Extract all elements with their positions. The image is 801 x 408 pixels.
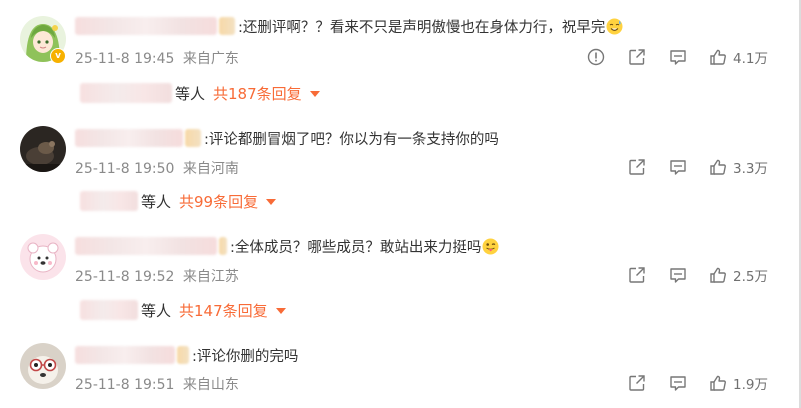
share-icon[interactable] <box>627 265 647 285</box>
comment-location: 来自江苏 <box>182 269 239 285</box>
like-count: 4.1万 <box>733 51 768 67</box>
comment-location: 来自河南 <box>182 161 239 177</box>
comment-content: :评论你删的完吗 <box>75 343 298 367</box>
share-icon[interactable] <box>627 157 647 177</box>
comment-item: :评论都删冒烟了吧？你以为有一条支持你的吗 25-11-8 19:50 来自河南… <box>0 126 798 226</box>
comment-text: :评论你删的完吗 <box>192 348 299 365</box>
reply-count-link[interactable]: 共147条回复 <box>179 300 268 321</box>
comment-time: 25-11-8 19:52 <box>75 269 175 285</box>
comment-meta: 25-11-8 19:51 来自山东 <box>75 374 239 394</box>
blurred-username[interactable] <box>75 237 217 255</box>
reply-count-link[interactable]: 共187条回复 <box>213 83 302 104</box>
reply-summary[interactable]: 等人 共99条回复 <box>80 190 277 212</box>
blurred-username-tail <box>177 346 189 364</box>
reply-count-link[interactable]: 共99条回复 <box>179 191 258 212</box>
thumbs-up-icon <box>710 267 726 283</box>
comment-text: :评论都删冒烟了吧？你以为有一条支持你的吗 <box>204 131 499 148</box>
comment-icon[interactable] <box>668 265 688 285</box>
caret-down-icon[interactable] <box>309 91 320 97</box>
like-count: 1.9万 <box>733 377 768 393</box>
caret-down-icon[interactable] <box>275 308 286 314</box>
comment-content: :全体成员？哪些成员？敢站出来力挺吗 <box>75 234 499 258</box>
blurred-replier-names <box>80 300 138 320</box>
comment-content: :还删评啊？？看来不只是声明傲慢也在身体力行，祝早完 <box>75 14 623 38</box>
avatar[interactable] <box>20 126 66 172</box>
comment-time: 25-11-8 19:51 <box>75 377 175 393</box>
like-count: 3.3万 <box>733 161 768 177</box>
like-button[interactable]: 1.9万 <box>709 373 768 393</box>
share-icon[interactable] <box>627 47 647 67</box>
comment-icon[interactable] <box>668 157 688 177</box>
comment-text: :还删评啊？？看来不只是声明傲慢也在身体力行，祝早完 <box>238 19 606 36</box>
thumbs-up-icon <box>710 159 726 175</box>
comment-location: 来自山东 <box>182 377 239 393</box>
tongue-out-emoji <box>482 238 499 255</box>
comment-actions: 3.3万 <box>606 156 798 178</box>
blurred-replier-names <box>80 191 138 211</box>
comment-item: :评论你删的完吗 25-11-8 19:51 来自山东 1.9万 <box>0 343 798 408</box>
comment-icon[interactable] <box>668 373 688 393</box>
like-button[interactable]: 2.5万 <box>709 265 768 285</box>
comment-meta: 25-11-8 19:52 来自江苏 <box>75 266 239 286</box>
sweat-smile-emoji <box>606 18 623 35</box>
blurred-username-tail <box>219 17 235 35</box>
reply-summary[interactable]: 等人 共187条回复 <box>80 82 320 104</box>
thumbs-up-icon <box>710 375 726 391</box>
blurred-replier-names <box>80 83 172 103</box>
reply-users-suffix: 等人 <box>175 84 206 103</box>
comment-location: 来自广东 <box>182 51 239 67</box>
comment-item: v :还删评啊？？看来不只是声明傲慢也在身体力行，祝早完 25-11-8 19:… <box>0 14 798 114</box>
comment-content: :评论都删冒烟了吧？你以为有一条支持你的吗 <box>75 126 499 150</box>
comment-text: :全体成员？哪些成员？敢站出来力挺吗 <box>230 239 482 256</box>
comment-meta: 25-11-8 19:50 来自河南 <box>75 158 239 178</box>
reply-users-suffix: 等人 <box>141 301 172 320</box>
comment-actions: 4.1万 <box>565 46 798 68</box>
caret-down-icon[interactable] <box>266 199 277 205</box>
thumbs-up-icon <box>710 49 726 65</box>
comment-actions: 2.5万 <box>606 264 798 286</box>
blurred-username-tail <box>185 129 201 147</box>
blurred-username[interactable] <box>75 17 217 35</box>
avatar[interactable] <box>20 343 66 389</box>
reply-summary[interactable]: 等人 共147条回复 <box>80 299 286 321</box>
avatar[interactable] <box>20 234 66 280</box>
like-button[interactable]: 4.1万 <box>709 47 768 67</box>
reply-users-suffix: 等人 <box>141 192 172 211</box>
comment-time: 25-11-8 19:50 <box>75 161 175 177</box>
blurred-username[interactable] <box>75 346 175 364</box>
comment-time: 25-11-8 19:45 <box>75 51 175 67</box>
blurred-username-tail <box>219 237 227 255</box>
comment-icon[interactable] <box>668 47 688 67</box>
report-icon[interactable] <box>586 47 606 67</box>
like-button[interactable]: 3.3万 <box>709 157 768 177</box>
verified-badge-icon: v <box>50 48 66 64</box>
share-icon[interactable] <box>627 373 647 393</box>
comment-actions: 1.9万 <box>606 372 798 394</box>
blurred-username[interactable] <box>75 129 183 147</box>
comment-item: :全体成员？哪些成员？敢站出来力挺吗 25-11-8 19:52 来自江苏 2.… <box>0 234 798 334</box>
comment-meta: 25-11-8 19:45 来自广东 <box>75 48 239 68</box>
like-count: 2.5万 <box>733 269 768 285</box>
